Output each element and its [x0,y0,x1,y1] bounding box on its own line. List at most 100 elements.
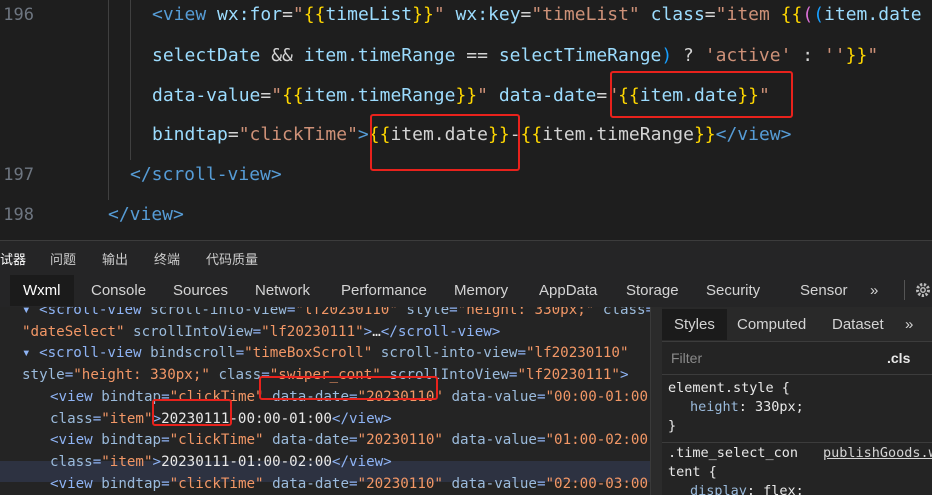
styles-filter: Filter .cls [662,342,932,375]
wxml-token: = [161,475,170,492]
tab-dataset[interactable]: Dataset [832,316,884,333]
time-select-rule: .time_select_con tent { display: flex; [668,444,804,495]
wxml-token: "01:00-02:00" [545,432,650,449]
tab-debugger[interactable]: 试器 [0,249,26,268]
wxml-node-line[interactable]: <view bindtap="clickTime" data-date="202… [50,430,650,451]
wxml-token: … [372,323,381,340]
cls-button[interactable]: .cls [887,350,910,366]
wxml-token: "00:00-01:00" [545,388,650,405]
code-token: = [704,4,716,25]
tab-network[interactable]: Network [255,282,310,299]
wxml-token: "item" [101,453,153,470]
code-token: {{ [282,85,304,106]
code-token: && [260,45,304,66]
wxml-token: style [397,307,450,318]
rule-selector-cont: tent { [668,464,717,480]
code-editor[interactable]: 196 <view wx:for="{{timeList}}" wx:key="t… [0,0,932,240]
wxml-node-line[interactable]: class="item">20230111-01:00-02:00</view> [50,452,392,473]
wxml-token: = [349,432,358,449]
gear-icon[interactable] [914,281,932,299]
tab-appdata[interactable]: AppData [539,282,597,299]
style-val-display[interactable]: flex; [763,483,804,495]
tab-console[interactable]: Console [91,282,146,299]
style-prop-height[interactable]: height [690,399,739,415]
styles-tabbar: Styles Computed Dataset » [662,307,932,342]
tab-memory[interactable]: Memory [454,282,508,299]
highlight-box-wxml-text [152,399,232,426]
tab-terminal[interactable]: 终端 [154,249,180,268]
wxml-token: style [22,367,65,384]
highlight-box-data-date [610,71,793,118]
rule-divider [662,442,932,443]
code-token: " [433,4,445,25]
wxml-token: scrollIntoView [124,323,253,340]
wxml-token: class [50,453,93,470]
code-token: wx:key [455,4,521,25]
wxml-token: data-value [442,475,537,492]
rule-selector: .time_select_con [668,445,799,461]
code-text: </scroll-view> [130,155,282,195]
wxml-node-line[interactable]: ▾ <scroll-view scroll-into-view = "lf20230… [22,307,650,321]
rule-source-link[interactable]: publishGoods.w [823,444,932,463]
wxml-token: "02:00-03:00" [545,475,650,492]
code-token: }} [412,4,434,25]
tabbar-divider [904,280,905,300]
wxml-token: bindtap [92,432,162,449]
wxml-token: bindtap [92,388,162,405]
bottom-panel-tabs: 试器 问题 输出 终端 代码质量 [0,240,932,273]
style-val-height[interactable]: 330px; [755,399,804,415]
code-text: <view wx:for="{{timeList}}" wx:key="time… [152,0,922,35]
element-style-rule: element.style { height: 330px; } [668,380,804,434]
tab-performance[interactable]: Performance [341,282,427,299]
expand-arrow-icon: ▾ [22,345,40,362]
wxml-token: = [161,432,170,449]
wxml-node-line[interactable]: <view bindtap="clickTime" data-date="202… [50,474,650,495]
code-token: "clickTime" [238,124,358,145]
filter-input[interactable]: Filter [671,350,702,366]
expand-arrow-icon: ▾ [22,307,40,318]
code-token: " [867,45,879,66]
wxml-tree[interactable]: ▾ <scroll-view scroll-into-view="lf20230… [0,307,650,495]
wxml-token: "item" [101,410,153,427]
code-line: 198 </view> [0,195,932,235]
code-token: "timeList" [531,4,640,25]
wxml-token: "clickTime" [169,432,264,449]
wxml-token: "height: 330px;" [73,367,210,384]
wxml-token: bindtap [92,475,162,492]
wxml-token: "clickTime" [169,475,264,492]
wxml-token: </scroll-view> [380,323,501,340]
tab-output[interactable]: 输出 [102,249,128,268]
tab-storage[interactable]: Storage [626,282,679,299]
code-token: class [650,4,705,25]
wxml-token: = [252,323,262,340]
code-line: 196 <view wx:for="{{timeList}}" wx:key="t… [0,0,932,35]
more-tabs-icon[interactable]: » [870,282,878,299]
tab-sources[interactable]: Sources [173,282,228,299]
wxml-node-line[interactable]: ▾ <scroll-view bindscroll="timeBoxScroll… [22,343,629,364]
wxml-token: </view> [331,453,392,470]
wxml-token: "height: 330px;" [457,307,595,318]
style-prop-display[interactable]: display [690,483,747,495]
more-tabs-icon[interactable]: » [905,316,913,333]
line-number: 196 [3,5,34,25]
tab-code-quality[interactable]: 代码质量 [206,249,258,268]
code-token: ? [672,45,705,66]
tab-computed[interactable]: Computed [737,316,806,333]
code-token: <view [152,4,218,25]
code-token: ) [661,45,673,66]
wxml-token: "lf20230110" [526,345,629,362]
tab-sensor[interactable]: Sensor [800,282,848,299]
tab-problems[interactable]: 问题 [50,249,76,268]
tab-wxml[interactable]: Wxml [10,275,74,306]
code-token: item.timeRange [303,85,456,106]
code-token: }} [693,124,716,145]
tab-security[interactable]: Security [706,282,760,299]
code-token: ( [813,4,825,25]
wxml-node-line[interactable]: "dateSelect" scrollIntoView="lf20230111"… [22,322,500,343]
wxml-token: bindscroll [141,345,236,362]
code-token: selectTimeRange [498,45,662,66]
line-number: 197 [3,165,34,185]
wxml-token: = [349,475,358,492]
tab-styles[interactable]: Styles [662,309,727,340]
